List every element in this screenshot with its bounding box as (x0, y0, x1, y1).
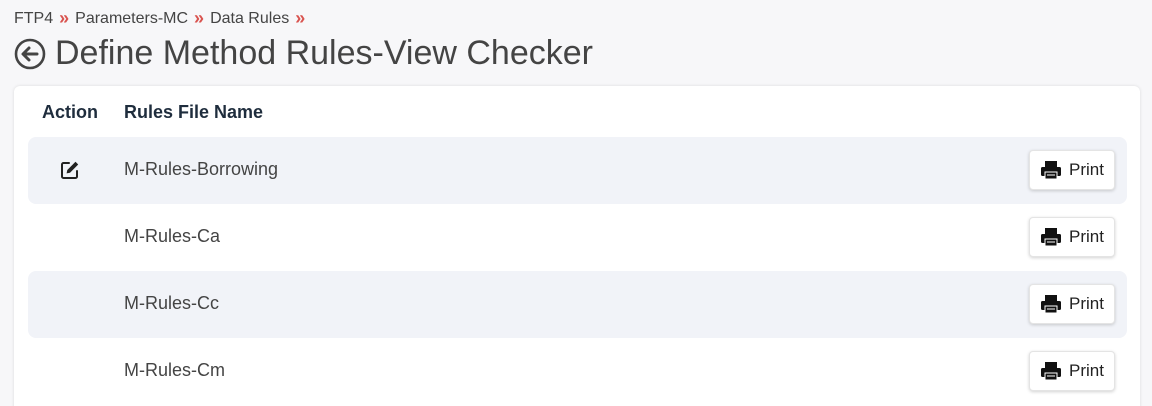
rules-file-name: M-Rules-Borrowing (124, 159, 279, 179)
printer-icon (1041, 362, 1062, 381)
printer-icon (1041, 295, 1062, 314)
breadcrumb-separator: » (194, 8, 205, 28)
breadcrumb: FTP4 » Parameters-MC » Data Rules » (14, 8, 311, 29)
printer-icon (1041, 228, 1062, 247)
rules-table-card: Action Rules File Name M-Rules-Borrowing… (14, 86, 1140, 406)
page: FTP4 » Parameters-MC » Data Rules » Defi… (0, 0, 1152, 406)
table-row: M-Rules-Cc Print (28, 271, 1127, 338)
rules-file-name: M-Rules-Cm (124, 360, 225, 380)
table-row: M-Rules-Borrowing Print (28, 137, 1127, 204)
print-button[interactable]: Print (1029, 217, 1115, 257)
print-button-label: Print (1069, 361, 1104, 380)
column-header-action: Action (42, 102, 98, 122)
rules-file-name: M-Rules-Ca (124, 226, 221, 246)
back-arrow-icon[interactable] (14, 38, 46, 70)
breadcrumb-item-ftp4[interactable]: FTP4 (14, 10, 53, 28)
print-button[interactable]: Print (1029, 351, 1115, 391)
table-row: M-Rules-Ca Print (28, 204, 1127, 271)
print-button-label: Print (1069, 294, 1104, 313)
column-header-name: Rules File Name (124, 102, 264, 122)
print-button-label: Print (1069, 227, 1104, 246)
print-button[interactable]: Print (1029, 150, 1115, 190)
print-button[interactable]: Print (1029, 284, 1115, 324)
breadcrumb-separator: » (295, 8, 306, 28)
breadcrumb-item-data-rules[interactable]: Data Rules (210, 10, 289, 28)
title-row: Define Method Rules-View Checker (14, 34, 593, 73)
rules-file-name: M-Rules-Cc (124, 293, 220, 313)
page-title: Define Method Rules-View Checker (55, 34, 593, 72)
breadcrumb-item-parameters[interactable]: Parameters-MC (75, 10, 188, 28)
print-button-label: Print (1069, 160, 1104, 179)
edit-icon[interactable] (60, 160, 80, 180)
breadcrumb-separator: » (59, 8, 70, 28)
table-header: Action Rules File Name (14, 98, 1140, 128)
table-row: M-Rules-Cm Print (28, 338, 1127, 405)
printer-icon (1041, 161, 1062, 180)
